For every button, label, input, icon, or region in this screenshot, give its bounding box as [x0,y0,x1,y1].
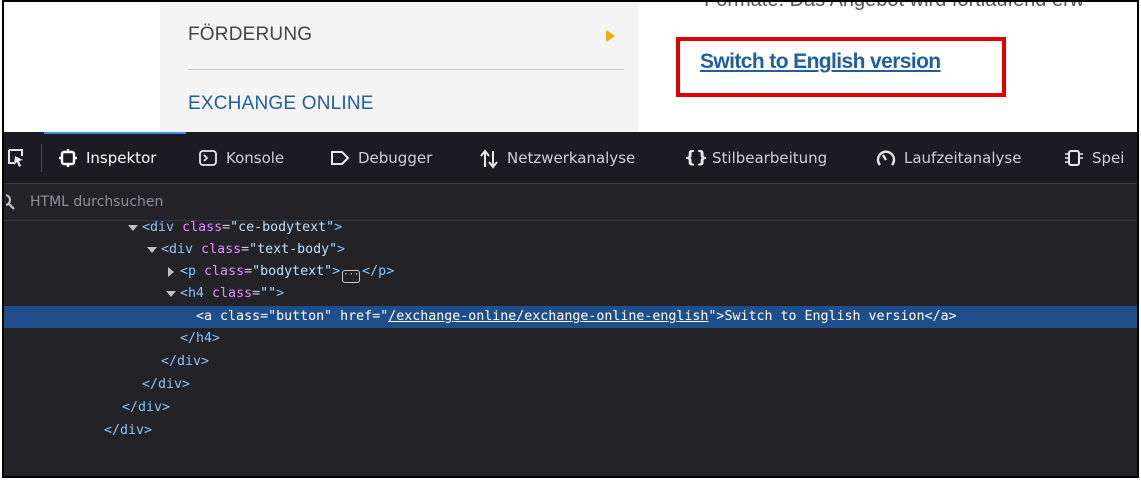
debugger-icon [330,149,350,167]
collapse-toggle-icon[interactable] [128,225,138,231]
english-version-link[interactable]: Switch to English version [700,50,941,74]
attr-name: class [204,264,245,279]
tree-node-text: <a class="button" href="/exchange-online… [196,309,957,324]
body-text-cutoff: Formate. Das Angebot wird fortlaufend er… [704,2,1084,12]
inspector-icon [58,149,78,167]
tab-console[interactable]: Konsole [198,132,284,184]
tree-node[interactable]: <p class="bodytext"> ··· </p> [4,261,1137,283]
tab-style-editor-label: Stilbearbeitung [712,149,828,167]
submenu-arrow-icon[interactable] [606,30,615,42]
tag-name: p [188,264,197,279]
tab-performance-label: Laufzeitanalyse [904,149,1022,167]
tab-debugger[interactable]: Debugger [330,132,432,184]
collapse-toggle-icon[interactable] [166,291,176,297]
tag-end: </p> [362,264,395,279]
tab-style-editor[interactable]: {} Stilbearbeitung [684,132,827,184]
tag-open: < [180,286,189,301]
performance-icon [876,149,896,167]
storage-icon [1064,149,1084,167]
tree-node-text: <div class="ce-bodytext"> [142,220,343,235]
tree-node[interactable]: </h4> [4,328,1137,350]
tag-open: < [142,220,151,235]
tag-end: </div> [104,423,153,438]
collapsed-content-icon[interactable]: ··· [342,270,361,283]
side-menu: FÖRDERUNG EXCHANGE ONLINE [160,2,638,132]
style-editor-icon: {} [684,148,709,168]
tree-node[interactable]: <div class="text-body"> [4,239,1137,261]
tree-node-text: <p class="bodytext"> ··· </p> [180,261,394,283]
attr-name: href [340,309,373,324]
tag-name: h4 [188,286,205,301]
toolbar-separator [41,144,42,172]
tab-console-label: Konsole [226,149,285,167]
attr-name: class [212,286,253,301]
node-text-content: Switch to English version [724,309,925,324]
tab-debugger-label: Debugger [358,149,433,167]
tag-name: div [150,220,175,235]
href-link[interactable]: /exchange-online/exchange-online-english [388,309,708,324]
attr-name: class [201,242,242,257]
attr-quote: =" [372,309,389,324]
attr-name: class [182,220,223,235]
tag-end: </a> [924,309,957,324]
attr-value: "bodytext" [252,264,333,279]
tree-node[interactable]: <h4 class=""> [4,283,1137,305]
tag-close: > [332,264,341,279]
tab-inspector-label: Inspektor [86,149,157,167]
network-icon [479,149,499,169]
tree-node-text: <div class="text-body"> [161,242,346,257]
menu-item-foerderung[interactable]: FÖRDERUNG [188,24,312,46]
tag-end: </div> [161,354,210,369]
element-picker-icon [6,149,26,167]
tab-network-label: Netzwerkanalyse [507,149,636,167]
tree-node-text: <h4 class=""> [180,286,285,301]
attr-value: "text-body" [249,242,338,257]
html-search-input[interactable] [30,194,430,210]
tag-name: div [169,242,194,257]
console-icon [198,149,218,167]
tab-storage[interactable]: Spei [1064,132,1124,184]
menu-item-exchange-online[interactable]: EXCHANGE ONLINE [188,93,374,115]
attr-value: "" [260,286,277,301]
tree-node-selected[interactable]: <a class="button" href="/exchange-online… [4,306,1137,328]
devtools-panel: Inspektor Konsole Debugger Netzwerkanaly… [4,132,1137,476]
tag-open: < [196,309,205,324]
attr-value: "button" [268,309,333,324]
expand-toggle-icon[interactable] [168,267,174,277]
menu-divider [188,69,624,70]
webpage-viewport: Formate. Das Angebot wird fortlaufend er… [4,2,1137,132]
tree-node[interactable]: <div class="ce-bodytext"> [4,217,1137,239]
tag-open: < [161,242,170,257]
tag-close: > [276,286,285,301]
tab-performance[interactable]: Laufzeitanalyse [876,132,1021,184]
search-icon [4,194,20,210]
tag-close: > [337,242,346,257]
tag-end: </div> [142,377,191,392]
screenshot-frame: Formate. Das Angebot wird fortlaufend er… [2,0,1139,478]
element-picker-button[interactable] [6,132,34,184]
attr-value: "ce-bodytext" [230,220,335,235]
devtools-tab-bar: Inspektor Konsole Debugger Netzwerkanaly… [4,132,1137,184]
tab-network[interactable]: Netzwerkanalyse [479,132,635,184]
tab-storage-label: Spei [1092,149,1125,167]
tree-node[interactable]: </div> [4,420,1137,442]
attr-quote: "> [708,309,725,324]
tag-end: </div> [122,400,171,415]
tree-node[interactable]: </div> [4,351,1137,373]
tab-inspector[interactable]: Inspektor [58,132,156,184]
attr-name: class [220,309,261,324]
html-search-bar [4,184,1137,221]
tag-name: a [204,309,213,324]
tree-node[interactable]: </div> [4,374,1137,396]
tree-node[interactable]: </div> [4,397,1137,419]
markup-tree: <div class="ce-bodytext"> <div class="te… [4,220,1137,476]
tag-close: > [334,220,343,235]
collapse-toggle-icon[interactable] [147,247,157,253]
tag-open: < [180,264,189,279]
tag-end: </h4> [180,331,221,346]
